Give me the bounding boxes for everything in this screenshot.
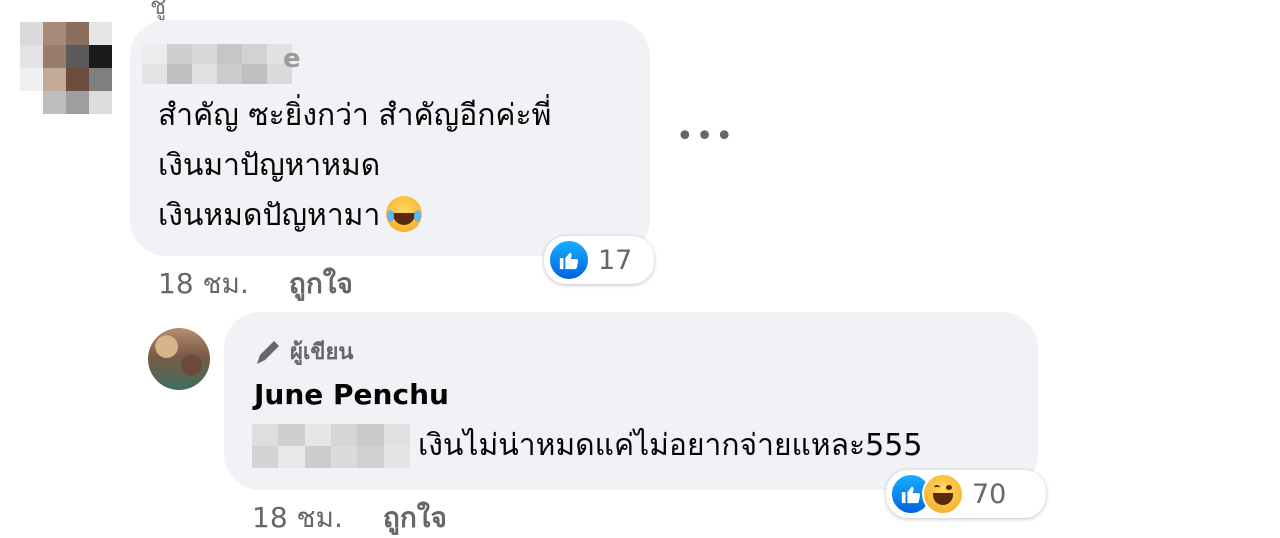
- blurred-mention[interactable]: [252, 424, 410, 468]
- like-button[interactable]: ถูกใจ: [289, 267, 353, 300]
- author-badge-label: ผู้เขียน: [290, 340, 354, 365]
- reaction-summary[interactable]: 17: [544, 236, 654, 284]
- more-options-button[interactable]: •••: [676, 122, 735, 152]
- tears-of-joy-icon: [386, 195, 423, 232]
- timestamp[interactable]: 18 ชม.: [158, 267, 249, 300]
- author-name-fragment: e: [283, 44, 301, 74]
- timestamp[interactable]: 18 ชม.: [252, 501, 343, 534]
- reply-meta: 18 ชม. ถูกใจ: [252, 496, 447, 538]
- avatar[interactable]: [148, 328, 210, 390]
- comment-thread: ชู e สำคัญ ซะยิ่งกว่า สำคัญอีกค่ะพี่ เงิ…: [0, 0, 1280, 538]
- reaction-count: 70: [972, 478, 1007, 510]
- reaction-count: 17: [598, 244, 633, 276]
- comment-text-line-3-text: เงินหมดปัญหามา: [158, 198, 381, 233]
- comment-meta: 18 ชม. ถูกใจ: [158, 262, 353, 306]
- like-button[interactable]: ถูกใจ: [383, 501, 447, 534]
- haha-icon: [922, 473, 964, 515]
- reply-reaction-summary[interactable]: 70: [886, 470, 1046, 518]
- like-icon: [548, 239, 590, 281]
- reply-text: เงินไม่น่าหมดแค่ไม่อยากจ่ายแหละ555: [418, 428, 923, 463]
- comment-text-line-3: เงินหมดปัญหามา: [158, 194, 423, 238]
- reply-author-name[interactable]: June Penchu: [254, 378, 449, 411]
- comment-text-line-2: เงินมาปัญหาหมด: [158, 148, 381, 183]
- comment-text-line-1: สำคัญ ซะยิ่งกว่า สำคัญอีกค่ะพี่: [158, 98, 552, 133]
- blurred-author-name[interactable]: [142, 44, 292, 84]
- pen-icon: [254, 338, 282, 366]
- blurred-avatar[interactable]: [20, 22, 112, 114]
- author-badge: ผู้เขียน: [254, 334, 353, 369]
